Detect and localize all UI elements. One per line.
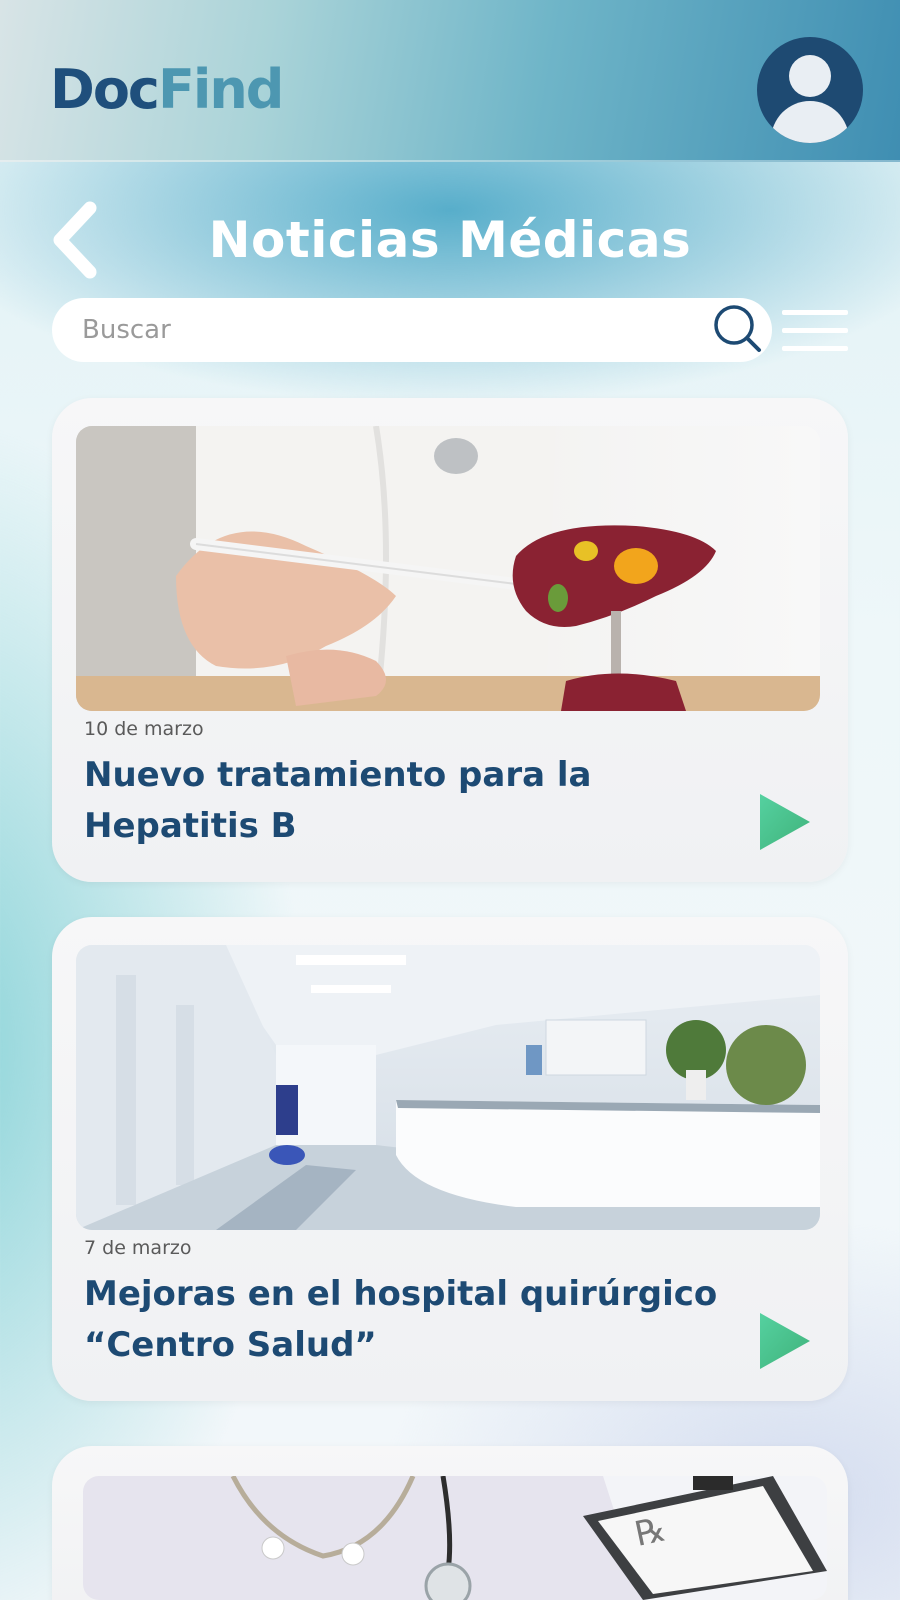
news-title[interactable]: Mejoras en el hospital quirúrgico “Centr… bbox=[84, 1269, 734, 1371]
news-card-1[interactable]: 10 de marzo Nuevo tratamiento para la He… bbox=[52, 398, 848, 882]
user-avatar-icon[interactable] bbox=[757, 37, 863, 143]
hamburger-menu-icon[interactable] bbox=[782, 310, 848, 352]
news-card-3[interactable]: ℞ bbox=[52, 1446, 848, 1600]
logo-find: Find bbox=[157, 58, 284, 121]
news-image-hospital bbox=[76, 945, 820, 1230]
play-icon[interactable] bbox=[758, 1311, 812, 1371]
news-image-liver-model bbox=[76, 426, 820, 711]
news-image-doctor-clipboard: ℞ bbox=[83, 1476, 827, 1600]
logo-doc: Doc bbox=[50, 58, 160, 121]
search-input[interactable] bbox=[82, 306, 702, 354]
search-icon[interactable] bbox=[712, 303, 764, 355]
news-date: 10 de marzo bbox=[84, 718, 204, 740]
search-bar bbox=[52, 298, 772, 362]
app-header: DocFind bbox=[0, 0, 900, 162]
news-card-2[interactable]: 7 de marzo Mejoras en el hospital quirúr… bbox=[52, 917, 848, 1401]
play-icon[interactable] bbox=[758, 792, 812, 852]
news-date: 7 de marzo bbox=[84, 1237, 192, 1259]
news-title[interactable]: Nuevo tratamiento para la Hepatitis B bbox=[84, 750, 734, 852]
app-logo[interactable]: DocFind bbox=[50, 58, 284, 122]
page-title: Noticias Médicas bbox=[208, 211, 692, 269]
